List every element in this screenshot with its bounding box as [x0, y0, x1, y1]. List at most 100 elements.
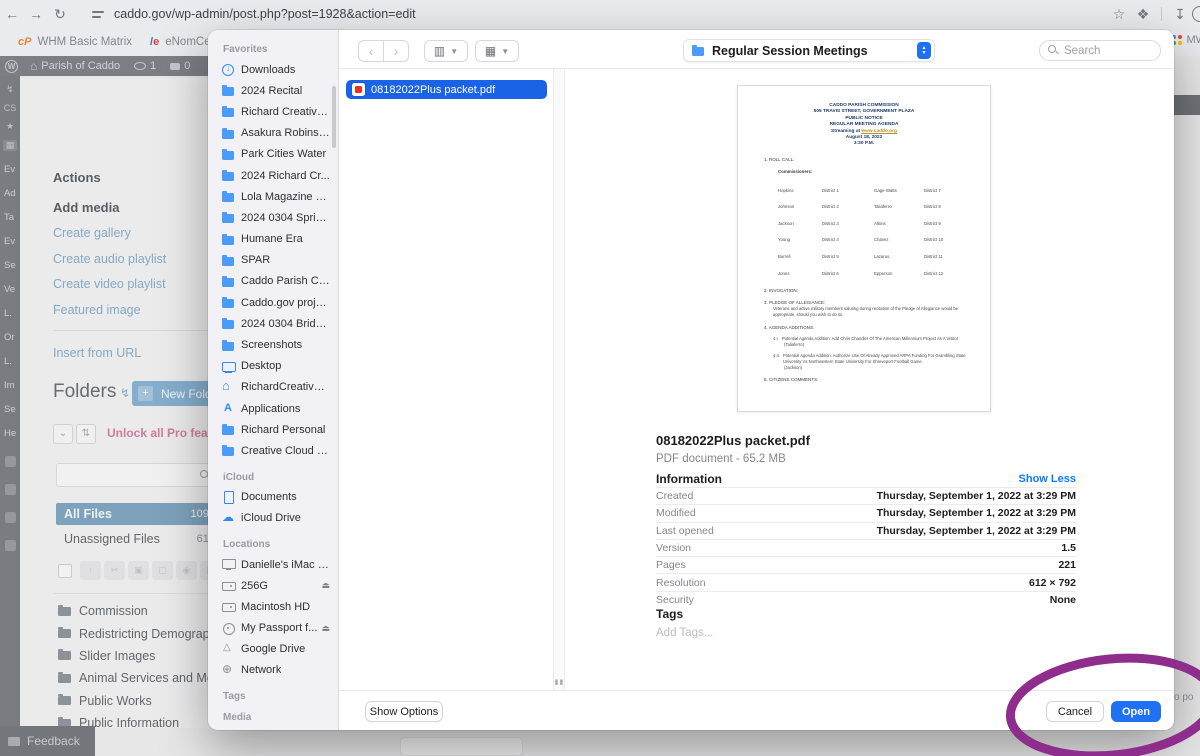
- sidebar-item[interactable]: Google Drive ⏏: [221, 639, 338, 660]
- extensions-icon[interactable]: ❖: [1131, 6, 1155, 23]
- copy-icon[interactable]: ▣: [128, 561, 149, 580]
- add-tags-field[interactable]: Add Tags...: [656, 627, 713, 639]
- downloads-icon[interactable]: ↧: [1168, 6, 1192, 23]
- insert-from-url-link[interactable]: Insert from URL: [53, 346, 141, 360]
- wp-cs-icon[interactable]: CS: [3, 103, 17, 113]
- sidebar-item[interactable]: 2024 0304 Bridg... ⏏: [221, 313, 338, 334]
- sidebar-item[interactable]: RichardCreativeL... ⏏: [221, 377, 338, 398]
- wp-menu-icon[interactable]: [5, 456, 16, 467]
- wp-menu-label[interactable]: Ad: [4, 188, 20, 199]
- reload-icon[interactable]: ↻: [48, 6, 72, 23]
- wp-menu-label[interactable]: Ev: [4, 164, 20, 175]
- cut-icon[interactable]: ✂: [104, 561, 125, 580]
- upload-icon[interactable]: ↑: [80, 561, 101, 580]
- eject-icon[interactable]: ⏏: [321, 623, 330, 634]
- wp-menu-label[interactable]: Se: [4, 404, 20, 415]
- address-bar[interactable]: caddo.gov/wp-admin/post.php?post=1928&ac…: [114, 7, 416, 21]
- sidebar-item[interactable]: Applications ⏏: [221, 398, 338, 419]
- sidebar-item[interactable]: 2024 Richard Cr... ⏏: [221, 165, 338, 186]
- sidebar-item[interactable]: My Passport f... ⏏: [221, 618, 338, 639]
- sidebar-item[interactable]: 2024 0304 Sprin... ⏏: [221, 207, 338, 228]
- sidebar-item[interactable]: Network ⏏: [221, 660, 338, 681]
- wp-menu-label[interactable]: Ev: [4, 236, 20, 247]
- wp-menu-label[interactable]: Se: [4, 260, 20, 271]
- back-button[interactable]: ‹: [358, 40, 384, 62]
- sidebar-item[interactable]: Humane Era ⏏: [221, 229, 338, 250]
- wp-action-link[interactable]: Create video playlist: [53, 277, 166, 291]
- wp-menu-label[interactable]: Or: [4, 332, 20, 343]
- pane-scrollbar-track[interactable]: [553, 69, 565, 690]
- sidebar-item[interactable]: Lola Magazine G... ⏏: [221, 186, 338, 207]
- wp-folder-row[interactable]: Slider Images 27: [58, 645, 226, 667]
- wp-folder-row[interactable]: Public Works 59: [58, 690, 226, 712]
- sidebar-item[interactable]: SPAR ⏏: [221, 250, 338, 271]
- site-info-icon[interactable]: [92, 8, 106, 20]
- show-less-link[interactable]: Show Less: [1019, 473, 1076, 485]
- wp-menu-icon[interactable]: [5, 540, 16, 551]
- wp-folder-row[interactable]: Animal Services and Mos 35: [58, 667, 226, 689]
- bookmark-star-icon[interactable]: ☆: [1107, 6, 1131, 23]
- wordpress-logo-icon[interactable]: W: [5, 60, 18, 73]
- paste-icon[interactable]: ▢: [152, 561, 173, 580]
- wp-folder-row[interactable]: Redistricting Demographi 20: [58, 622, 226, 644]
- wp-action-link[interactable]: Create audio playlist: [53, 252, 166, 266]
- sort-button[interactable]: ⇅: [76, 424, 96, 444]
- location-dropdown[interactable]: Regular Session Meetings ▲▼: [683, 39, 935, 62]
- sidebar-item[interactable]: Creative Cloud Fi... ⏏: [221, 440, 338, 461]
- select-all-checkbox[interactable]: [58, 564, 72, 578]
- sidebar-item[interactable]: Desktop ⏏: [221, 356, 338, 377]
- file-row[interactable]: 08182022Plus packet.pdf: [346, 80, 547, 99]
- forward-icon[interactable]: →: [24, 6, 48, 22]
- collapse-button[interactable]: ⌄: [53, 424, 73, 444]
- sidebar-item[interactable]: Documents ⏏: [221, 487, 338, 508]
- wp-menu-label[interactable]: Im: [4, 380, 20, 391]
- cancel-button[interactable]: Cancel: [1046, 701, 1104, 722]
- back-icon[interactable]: ←: [0, 6, 24, 22]
- wp-menu-label[interactable]: Ve: [4, 284, 20, 295]
- sidebar-item[interactable]: 2024 Recital ⏏: [221, 80, 338, 101]
- bookmark-whm[interactable]: cP WHM Basic Matrix: [18, 36, 132, 48]
- wp-folder-search-input[interactable]: [56, 463, 223, 487]
- wp-feedback-item[interactable]: Feedback: [0, 726, 95, 756]
- wp-menu-label[interactable]: He: [4, 428, 20, 439]
- sidebar-item[interactable]: Asakura Robinson ⏏: [221, 123, 338, 144]
- eject-icon[interactable]: ⏏: [321, 580, 330, 591]
- forward-button[interactable]: ›: [383, 40, 409, 62]
- sidebar-item[interactable]: Park Cities Water ⏏: [221, 144, 338, 165]
- pane-resize-handle[interactable]: ▮▮: [554, 678, 565, 686]
- wp-site-name[interactable]: Parish of Caddo: [41, 60, 120, 72]
- sidebar-item[interactable]: Macintosh HD ⏏: [221, 596, 338, 617]
- wp-calendar-icon[interactable]: ▦: [3, 140, 17, 151]
- sidebar-item[interactable]: 256G ⏏: [221, 575, 338, 596]
- wp-pin-icon[interactable]: ★: [3, 121, 17, 132]
- sidebar-item[interactable]: Caddo.gov project ⏏: [221, 292, 338, 313]
- profile-avatar[interactable]: [1192, 6, 1200, 22]
- open-button[interactable]: Open: [1111, 701, 1161, 722]
- sidebar-item[interactable]: Music ⏏: [221, 727, 338, 730]
- wp-menu-label[interactable]: Ta: [4, 212, 20, 223]
- sidebar-item[interactable]: Danielle's iMac (2) ⏏: [221, 554, 338, 575]
- sidebar-scrollbar[interactable]: [332, 86, 336, 148]
- group-view-button[interactable]: ▦▼: [475, 40, 519, 62]
- sidebar-item[interactable]: Richard Personal ⏏: [221, 419, 338, 440]
- sidebar-item[interactable]: Downloads ⏏: [221, 59, 338, 80]
- unassigned-files-item[interactable]: Unassigned Files 610: [56, 529, 223, 549]
- all-files-item[interactable]: All Files 1092: [56, 503, 223, 525]
- bookmark-mw[interactable]: MW: [1172, 34, 1200, 46]
- wp-menu-label[interactable]: L.: [4, 356, 20, 367]
- lock-icon[interactable]: ◉: [176, 561, 197, 580]
- wp-folder-row[interactable]: Commission 87: [58, 600, 226, 622]
- wp-action-link[interactable]: Featured image: [53, 303, 141, 317]
- sidebar-item[interactable]: Richard Creative... ⏏: [221, 101, 338, 122]
- pdf-preview-thumbnail[interactable]: CADDO PARISH COMMISSION505 TRAVIS STREET…: [737, 85, 991, 412]
- sidebar-item[interactable]: iCloud Drive ⏏: [221, 508, 338, 529]
- wp-action-link[interactable]: Create gallery: [53, 226, 131, 240]
- show-options-button[interactable]: Show Options: [365, 701, 443, 722]
- column-view-button[interactable]: ▥▼: [424, 40, 468, 62]
- wp-menu-icon[interactable]: [5, 484, 16, 495]
- add-media-label[interactable]: Add media: [53, 200, 119, 215]
- sidebar-item[interactable]: Screenshots ⏏: [221, 334, 338, 355]
- wp-menu-label[interactable]: L.: [4, 308, 20, 319]
- search-input[interactable]: Search: [1039, 40, 1161, 61]
- wp-menu-icon[interactable]: [5, 512, 16, 523]
